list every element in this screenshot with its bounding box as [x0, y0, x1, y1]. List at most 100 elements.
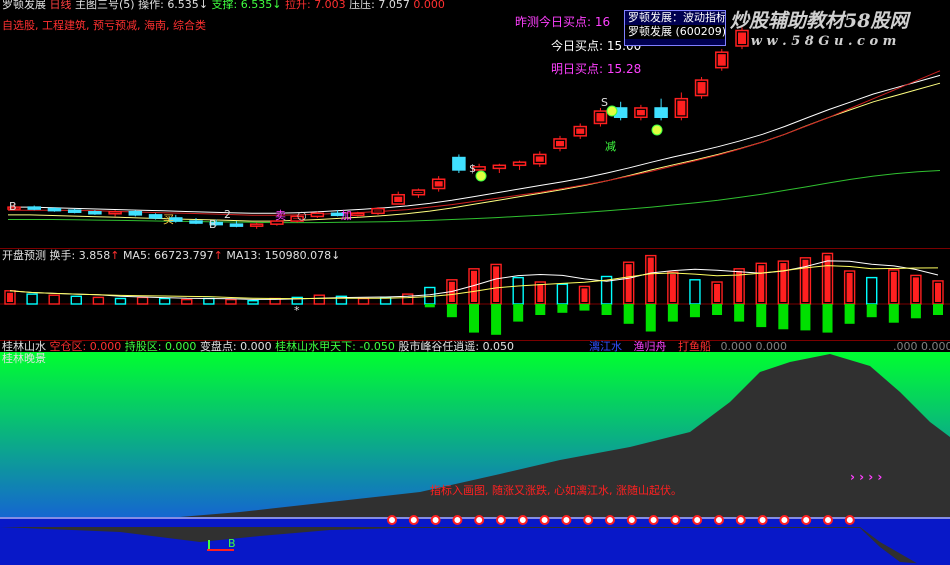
histogram-bar — [712, 304, 723, 315]
candle-fill — [535, 156, 544, 162]
signal-dot-1 — [475, 170, 487, 182]
ma-line-red — [8, 70, 941, 216]
volume-bar — [26, 293, 38, 305]
candle-body — [27, 206, 41, 210]
tag-lijiang: 漓江水 — [589, 340, 622, 353]
volume-bar — [70, 295, 82, 305]
tail-value-3: .000 — [893, 340, 918, 353]
volume-bar-fill — [758, 265, 765, 302]
volume-bar — [92, 296, 105, 305]
histogram-bar — [645, 304, 656, 332]
candle-fill — [414, 192, 423, 193]
wave-marker — [539, 515, 550, 525]
histogram-bar — [667, 304, 678, 322]
histogram-bar — [778, 304, 789, 330]
candle-fill — [394, 196, 403, 203]
histogram-bar — [535, 304, 546, 315]
wave-marker — [626, 515, 637, 525]
candle-body — [351, 212, 365, 217]
wave-marker — [452, 515, 463, 525]
candle-fill — [374, 210, 382, 212]
volume-chart[interactable] — [0, 250, 950, 340]
signal-n2: 2 — [224, 208, 231, 221]
wave-marker — [583, 515, 594, 525]
wave-marker — [648, 515, 659, 525]
signal-circle: ○ — [297, 209, 307, 222]
histogram-bar — [822, 304, 833, 333]
candle-body — [654, 107, 668, 119]
wave-marker — [779, 515, 790, 525]
candle-body — [310, 212, 325, 218]
landscape-poem: 指标入画图, 随涨又涨跌, 心如漓江水, 涨随山起伏。 — [430, 484, 682, 497]
tail-value-4: 0.000 — [921, 340, 950, 353]
wave-marker — [801, 515, 812, 525]
histogram-bar — [734, 304, 745, 322]
histogram-bar — [800, 304, 811, 331]
candle-body — [88, 211, 102, 215]
tag-dayuchuan: 打鱼船 — [678, 340, 711, 353]
landscape-tags: 漓江水 渔归舟 打鱼船 0.000 0.000 — [589, 340, 787, 354]
candle-body — [128, 211, 143, 216]
volume-bar — [48, 294, 60, 305]
signal-s2: S — [601, 96, 608, 109]
histogram-bar — [756, 304, 767, 328]
wave-marker — [692, 515, 703, 525]
volume-bar — [247, 300, 259, 305]
volume-bar — [181, 298, 193, 305]
tail-right: .000 0.000 — [893, 340, 950, 354]
candle-body — [452, 156, 466, 171]
ma-line-yellow — [8, 82, 941, 222]
volume-bar — [313, 294, 326, 305]
price-chart[interactable] — [0, 0, 950, 248]
volume-bar — [689, 279, 701, 305]
wave-marker — [757, 515, 768, 525]
candle-body — [108, 211, 122, 215]
volume-bar — [512, 276, 524, 305]
wave-marker — [735, 515, 746, 525]
histogram-bar — [933, 304, 943, 315]
wave-marker — [430, 515, 441, 525]
volume-bar-fill — [581, 288, 588, 302]
landscape-arrows: › › › › — [850, 470, 883, 484]
volume-bar-fill — [890, 271, 897, 302]
volume-bar-fill — [493, 266, 500, 302]
volume-bar — [357, 297, 370, 305]
stock-chart-window[interactable]: 罗顿发展 日线 主图三号(5) 操作: 6.535↓ 支撑: 6.535↓ 拉升… — [0, 0, 950, 565]
wave-marker — [517, 515, 528, 525]
volume-bar-fill — [537, 284, 544, 302]
candle-body — [512, 161, 527, 167]
histogram-bar — [446, 304, 457, 318]
wave-marker — [670, 515, 681, 525]
histogram-bar — [513, 304, 524, 322]
candle-body — [189, 220, 203, 224]
tail-value-1: 0.000 — [720, 340, 753, 353]
wave-marker — [823, 515, 833, 525]
volume-bar — [158, 297, 171, 305]
candle-body — [67, 209, 82, 213]
wave-marker — [844, 515, 855, 525]
volume-bar-fill — [625, 264, 632, 302]
candle-fill — [677, 100, 686, 116]
volume-bar-fill — [846, 273, 853, 302]
histogram-bar — [910, 304, 921, 319]
volume-bar-fill — [912, 277, 919, 302]
histogram-bar — [866, 304, 877, 318]
wave-marker — [387, 515, 397, 525]
histogram-bar — [557, 304, 568, 313]
volume-bar-fill — [780, 263, 787, 302]
volume-bar-fill — [714, 284, 721, 302]
ma-line-white — [8, 74, 941, 214]
boat-marker-b: B — [228, 537, 236, 550]
candle-fill — [434, 181, 443, 187]
landscape-subtitle: 桂林晚景 — [2, 352, 46, 365]
candle-fill — [576, 128, 585, 134]
signal-s1: $ — [469, 162, 476, 175]
tail-value-2: 0.000 — [755, 340, 788, 353]
histogram-bar — [579, 304, 590, 311]
volume-bar — [556, 283, 569, 305]
wave-marker — [474, 515, 485, 525]
histogram-bar — [469, 304, 479, 333]
landscape-chart — [0, 352, 950, 565]
volume-bar-fill — [7, 292, 13, 302]
volume-bar — [866, 276, 878, 305]
